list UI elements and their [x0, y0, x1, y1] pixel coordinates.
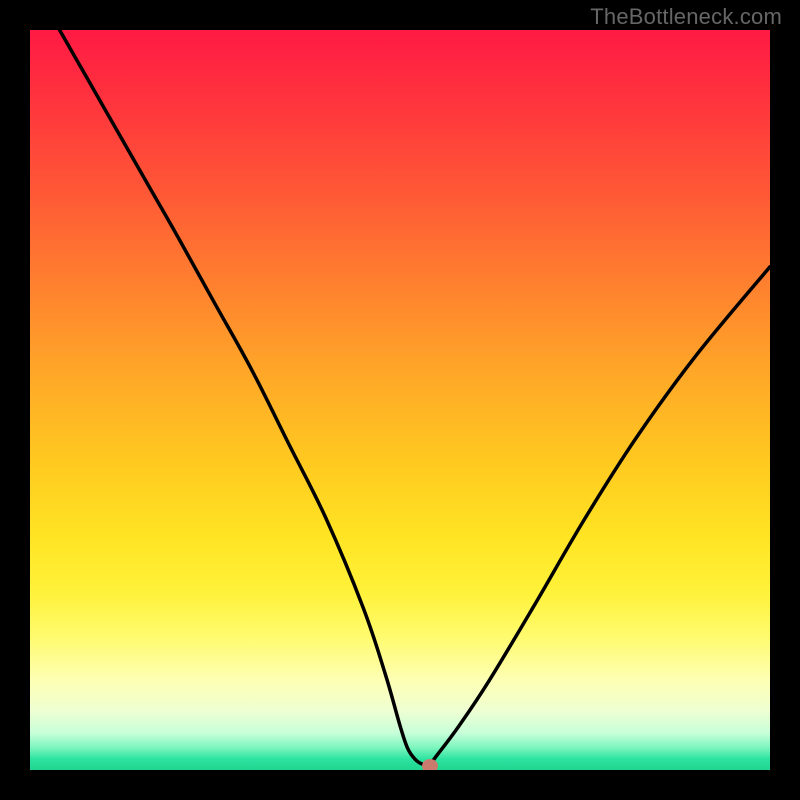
- plot-area: [30, 30, 770, 770]
- optimal-point-marker: [422, 759, 438, 770]
- watermark-text: TheBottleneck.com: [590, 4, 782, 30]
- chart-frame: TheBottleneck.com: [0, 0, 800, 800]
- bottleneck-curve: [30, 30, 770, 770]
